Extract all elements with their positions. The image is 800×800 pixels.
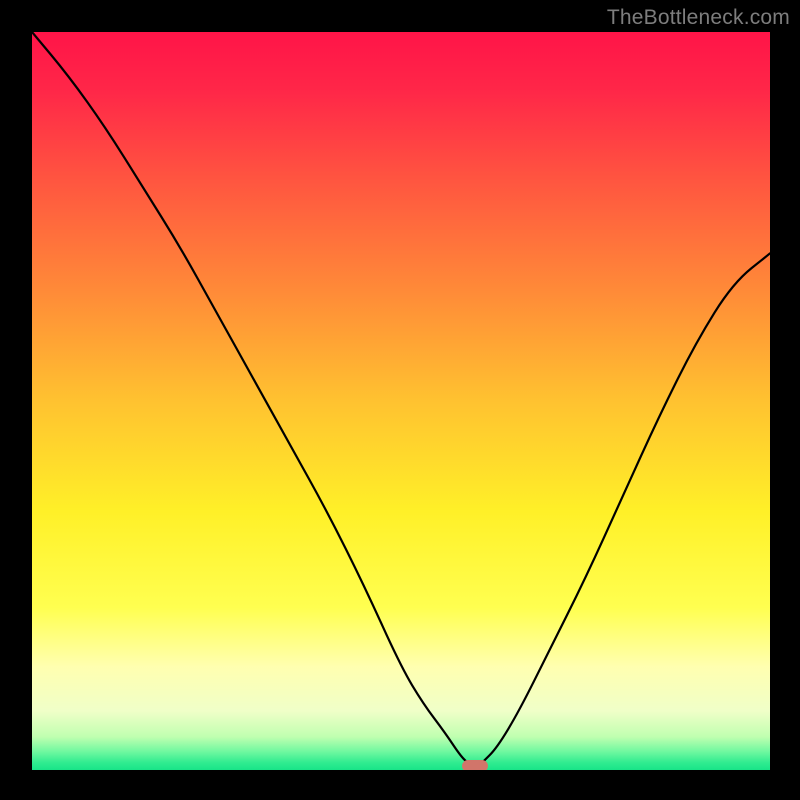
curve-layer xyxy=(32,32,770,770)
chart-frame: TheBottleneck.com xyxy=(0,0,800,800)
plot-area xyxy=(32,32,770,770)
bottleneck-curve xyxy=(32,32,770,768)
watermark-text: TheBottleneck.com xyxy=(607,6,790,30)
minimum-marker xyxy=(462,760,488,770)
